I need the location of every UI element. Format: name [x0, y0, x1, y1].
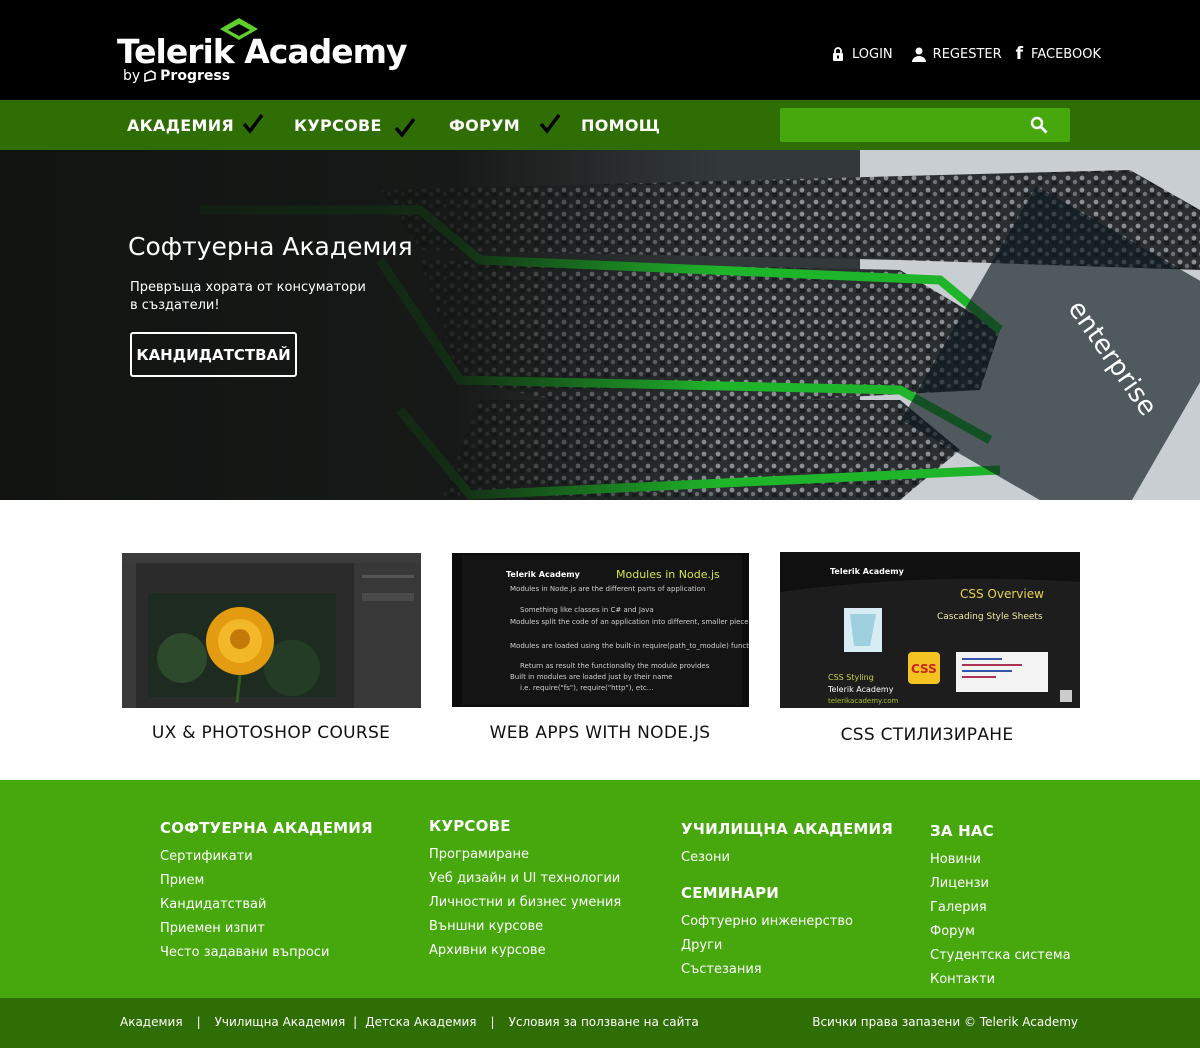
user-icon [911, 47, 926, 62]
footer-link[interactable]: Други [681, 934, 893, 958]
thumb-bullet: Modules in Node.js are the different par… [510, 585, 705, 593]
bottom-bar: Академия | Училищна Академия | Детска Ак… [0, 998, 1200, 1048]
footer-heading: КУРСОВЕ [429, 817, 511, 835]
footer-link[interactable]: Приемен изпит [160, 917, 373, 941]
hero-subtitle: Превръща хората от консуматори в създате… [130, 280, 366, 313]
footer-link[interactable]: Контакти [930, 968, 1071, 992]
register-link[interactable]: REGESTER [911, 46, 1002, 62]
nav-item-courses[interactable]: КУРСОВЕ [294, 116, 382, 135]
footer-heading: СЕМИНАРИ [681, 884, 780, 902]
footer-link[interactable]: Сертификати [160, 845, 373, 869]
separator: | [353, 1015, 358, 1029]
thumb-brand: Telerik Academy [830, 567, 905, 576]
login-label: LOGIN [852, 46, 893, 62]
thumb-bullet: Return as result the functionality the m… [520, 662, 710, 670]
css-course-thumbnail: Telerik Academy CSS Overview Cascading S… [780, 552, 1080, 708]
course-card-web-apps-nodejs[interactable]: Telerik Academy Modules in Node.js Modul… [452, 553, 752, 753]
main-navigation: АКАДЕМИЯ КУРСОВЕ ФОРУМ ПОМОЩ [0, 100, 1200, 150]
logo-brand: Progress [160, 68, 231, 84]
nav-item-forum[interactable]: ФОРУМ [449, 116, 520, 135]
footer-link[interactable]: Прием [160, 869, 373, 893]
course-title: CSS СТИЛИЗИРАНЕ [840, 725, 1014, 745]
apply-button[interactable]: КАНДИДАТСТВАЙ [130, 332, 297, 377]
bottom-link-terms[interactable]: Условия за ползване на сайта [509, 1015, 699, 1029]
facebook-label: FACEBOOK [1031, 46, 1101, 62]
separator: | [490, 1015, 495, 1029]
footer-link[interactable]: Форум [930, 920, 1071, 944]
footer-column-school-academy: УЧИЛИЩНА АКАДЕМИЯ Сезони СЕМИНАРИ Софтуе… [681, 820, 893, 982]
bottom-link-kids-academy[interactable]: Детска Академия [365, 1015, 476, 1029]
facebook-icon: f [1015, 44, 1024, 64]
footer-column-software-academy: СОФТУЕРНА АКАДЕМИЯ Сертификати Прием Кан… [160, 819, 373, 965]
bottom-link-academy[interactable]: Академия [120, 1015, 183, 1029]
hero-title: Софтуерна Академия [128, 232, 413, 261]
bottom-link-school-academy[interactable]: Училищна Академия [215, 1015, 346, 1029]
thumb-brand: Telerik Academy [506, 570, 581, 579]
footer-link[interactable]: Архивни курсове [429, 939, 621, 963]
bottom-links: Академия | Училищна Академия | Детска Ак… [120, 1015, 699, 1029]
facebook-link[interactable]: f FACEBOOK [1016, 44, 1101, 64]
course-card-css-styling[interactable]: Telerik Academy CSS Overview Cascading S… [780, 552, 1080, 752]
site-footer: СОФТУЕРНА АКАДЕМИЯ Сертификати Прием Кан… [0, 780, 1200, 998]
thumb-footer: Telerik Academy [827, 685, 894, 694]
photoshop-course-thumbnail [122, 553, 421, 708]
header-account-links: LOGIN REGESTER f FACEBOOK [830, 44, 1101, 64]
search-input[interactable] [780, 108, 1020, 142]
footer-link[interactable]: Състезания [681, 958, 893, 982]
course-title: WEB APPS WITH NODE.JS [489, 723, 711, 743]
separator: | [196, 1015, 201, 1029]
site-header: Telerik Academy by Progress LOGIN REGEST… [0, 0, 1200, 100]
course-title: UX & PHOTOSHOP COURSE [151, 723, 391, 743]
css-badge-icon: CSS [911, 662, 937, 676]
footer-link[interactable]: Новини [930, 848, 1071, 872]
hero-banner: enterprise Софтуерна Академия Превръща х… [0, 150, 1200, 500]
checkmark-icon [539, 113, 561, 134]
footer-link[interactable]: Външни курсове [429, 915, 621, 939]
logo-title: Telerik Academy [117, 32, 407, 71]
lock-icon [833, 47, 843, 61]
search-box [780, 108, 1070, 142]
register-label: REGESTER [932, 46, 1002, 62]
footer-link[interactable]: Често задавани въпроси [160, 941, 373, 965]
checkmark-icon [242, 113, 264, 134]
checkmark-icon [394, 117, 416, 138]
footer-heading: СОФТУЕРНА АКАДЕМИЯ [160, 819, 373, 837]
thumb-subheading: Cascading Style Sheets [937, 612, 1043, 622]
thumb-bullet: Built in modules are loaded just by thei… [510, 673, 673, 681]
nav-item-academy[interactable]: АКАДЕМИЯ [127, 116, 234, 135]
hero-background-photo: enterprise [0, 150, 1200, 500]
login-link[interactable]: LOGIN [830, 46, 893, 62]
footer-link[interactable]: Сезони [681, 846, 893, 870]
footer-link[interactable]: Личностни и бизнес умения [429, 891, 621, 915]
progress-logo-icon [144, 70, 156, 82]
footer-link[interactable]: Уеб дизайн и UI технологии [429, 867, 621, 891]
footer-column-courses: КУРСОВЕ Програмиране Уеб дизайн и UI тех… [429, 817, 621, 963]
thumb-footer: telerikacademy.com [828, 697, 899, 705]
copyright-text: Всички права запазени © Telerik Academy [812, 1015, 1078, 1029]
thumb-footer: CSS Styling [828, 673, 874, 682]
footer-link[interactable]: Студентска система [930, 944, 1071, 968]
footer-link[interactable]: Лицензи [930, 872, 1071, 896]
thumb-bullet: i.e. require("fs"), require("http"), etc… [520, 684, 653, 692]
footer-heading: ЗА НАС [930, 822, 994, 840]
thumb-heading: CSS Overview [960, 587, 1044, 601]
footer-link[interactable]: Кандидатствай [160, 893, 373, 917]
footer-link[interactable]: Галерия [930, 896, 1071, 920]
course-card-ux-photoshop[interactable]: UX & PHOTOSHOP COURSE [122, 553, 422, 753]
footer-heading: УЧИЛИЩНА АКАДЕМИЯ [681, 820, 894, 838]
logo-byline: by Progress [123, 68, 230, 84]
thumb-bullet: Something like classes in C# and Java [520, 606, 654, 614]
footer-link[interactable]: Програмиране [429, 843, 621, 867]
thumb-bullet: Modules are loaded using the built-in re… [510, 642, 749, 650]
thumb-heading: Modules in Node.js [616, 568, 720, 581]
search-icon[interactable] [1030, 116, 1048, 134]
logo-by: by [123, 68, 141, 84]
footer-column-about: ЗА НАС Новини Лицензи Галерия Форум Студ… [930, 822, 1071, 992]
thumb-bullet: Modules split the code of an application… [510, 618, 749, 626]
nodejs-course-thumbnail: Telerik Academy Modules in Node.js Modul… [452, 553, 749, 707]
nav-item-help[interactable]: ПОМОЩ [581, 116, 660, 135]
telerik-academy-logo[interactable]: Telerik Academy by Progress [117, 18, 407, 88]
footer-link[interactable]: Софтуерно инженерство [681, 910, 893, 934]
